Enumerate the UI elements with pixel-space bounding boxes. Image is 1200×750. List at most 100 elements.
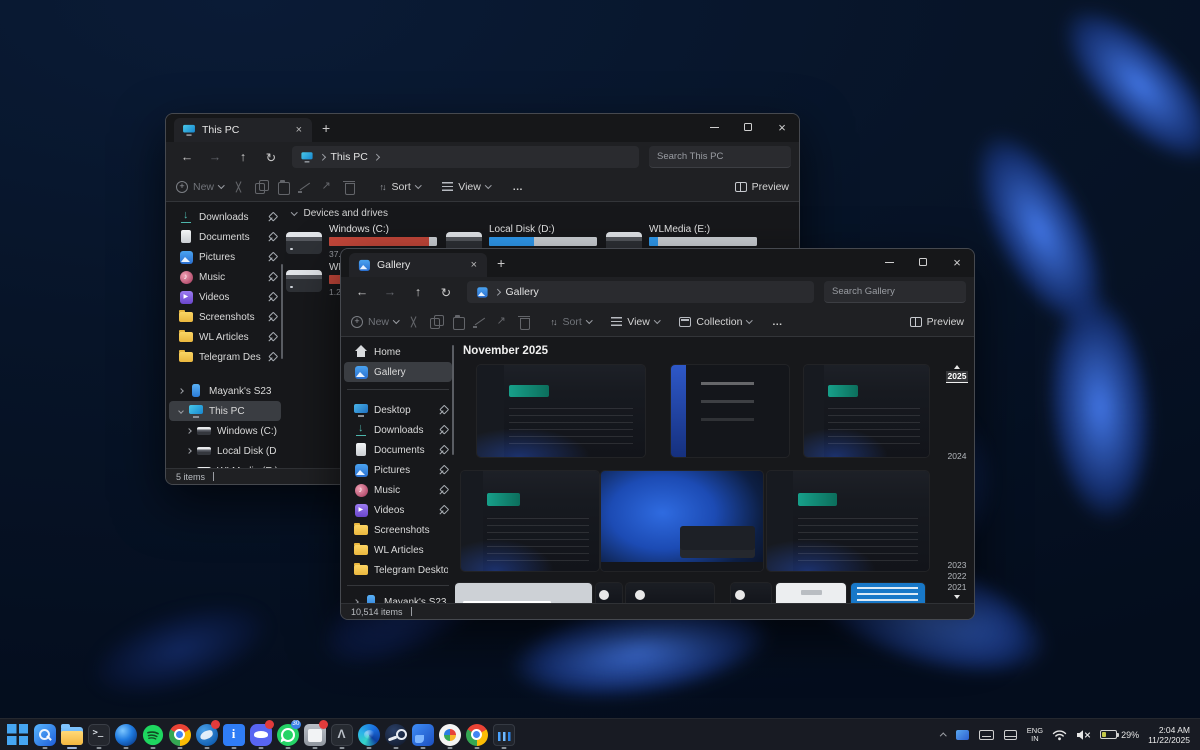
taskbar-icon-globe-app[interactable] bbox=[112, 719, 139, 750]
taskbar-icon-media-app[interactable] bbox=[301, 719, 328, 750]
sidebar-item-telegram-desktop[interactable]: Telegram Deskt bbox=[169, 347, 281, 367]
sidebar-item-downloads[interactable]: Downloads bbox=[344, 420, 452, 440]
sidebar-item-screenshots[interactable]: Screenshots bbox=[169, 307, 281, 327]
sidebar-item-pictures[interactable]: Pictures bbox=[344, 460, 452, 480]
taskbar-icon-terminal[interactable] bbox=[85, 719, 112, 750]
wifi-icon[interactable] bbox=[1052, 729, 1067, 741]
new-tab-button[interactable]: + bbox=[322, 121, 330, 135]
more-options-button[interactable]: … bbox=[512, 181, 524, 193]
copy-icon[interactable] bbox=[429, 315, 443, 329]
sort-button[interactable]: ↑↓ Sort bbox=[380, 181, 421, 193]
taskbar-icon-office[interactable] bbox=[436, 719, 463, 750]
view-button[interactable]: View bbox=[442, 181, 490, 193]
sidebar-scrollbar[interactable] bbox=[452, 345, 455, 455]
timeline-year-2021[interactable]: 2021 bbox=[948, 582, 967, 593]
search-box[interactable] bbox=[824, 281, 966, 303]
sidebar-item-videos[interactable]: Videos bbox=[344, 500, 452, 520]
sidebar-item-desktop[interactable]: Desktop bbox=[344, 400, 452, 420]
sidebar-item-windows-c[interactable]: Windows (C:) bbox=[169, 421, 281, 441]
back-button[interactable]: ← bbox=[174, 150, 200, 164]
tab-gallery[interactable]: Gallery × bbox=[349, 253, 487, 277]
taskbar-icon-thunderbird[interactable] bbox=[193, 719, 220, 750]
sidebar-item-wlmedia-e[interactable]: WLMedia (E:) bbox=[169, 461, 281, 468]
timeline-scrubber[interactable]: 2025 2024 2023 2022 2021 bbox=[944, 365, 970, 597]
forward-button[interactable]: → bbox=[202, 150, 228, 164]
photo-thumbnail[interactable] bbox=[776, 583, 846, 603]
timeline-year-2023[interactable]: 2023 bbox=[948, 560, 967, 571]
more-options-button[interactable]: … bbox=[772, 316, 784, 328]
minimize-button[interactable] bbox=[697, 114, 731, 140]
delete-icon[interactable] bbox=[517, 315, 531, 329]
paste-icon[interactable] bbox=[451, 315, 465, 329]
taskbar-icon-info-app[interactable] bbox=[220, 719, 247, 750]
timeline-year-2025[interactable]: 2025 bbox=[946, 371, 969, 383]
sidebar-item-this-pc[interactable]: This PC bbox=[169, 401, 281, 421]
close-button[interactable]: × bbox=[765, 114, 799, 140]
taskbar-icon-steam[interactable] bbox=[382, 719, 409, 750]
start-button[interactable] bbox=[4, 719, 31, 750]
sidebar-scrollbar[interactable] bbox=[281, 264, 284, 359]
refresh-button[interactable]: ↻ bbox=[258, 150, 284, 165]
sidebar-item-documents[interactable]: Documents bbox=[169, 227, 281, 247]
view-button[interactable]: View bbox=[611, 316, 659, 328]
rename-icon[interactable] bbox=[298, 180, 312, 194]
sidebar-item-videos[interactable]: Videos bbox=[169, 287, 281, 307]
taskbar-icon-activity-monitor[interactable] bbox=[490, 719, 517, 750]
close-button[interactable]: × bbox=[940, 249, 974, 275]
breadcrumb[interactable]: Gallery bbox=[467, 281, 814, 303]
taskbar-icon-file-explorer[interactable] bbox=[58, 719, 85, 750]
share-icon[interactable] bbox=[320, 180, 334, 194]
maximize-button[interactable] bbox=[731, 114, 765, 140]
taskbar-icon-discord[interactable] bbox=[247, 719, 274, 750]
photo-thumbnail[interactable] bbox=[626, 583, 714, 603]
photo-thumbnail[interactable] bbox=[731, 583, 771, 603]
taskbar-icon-chrome-secondary[interactable] bbox=[463, 719, 490, 750]
tab-this-pc[interactable]: This PC × bbox=[174, 118, 312, 142]
photo-thumbnail[interactable] bbox=[461, 471, 599, 571]
new-button[interactable]: + New bbox=[176, 181, 224, 193]
chevron-right-icon[interactable] bbox=[178, 388, 184, 394]
photo-thumbnail[interactable] bbox=[596, 583, 622, 603]
copy-icon[interactable] bbox=[254, 180, 268, 194]
touchpad-icon[interactable] bbox=[1003, 729, 1018, 741]
sidebar-item-pictures[interactable]: Pictures bbox=[169, 247, 281, 267]
photo-thumbnail[interactable] bbox=[601, 471, 763, 571]
new-button[interactable]: + New bbox=[351, 316, 399, 328]
minimize-button[interactable] bbox=[872, 249, 906, 275]
search-input[interactable] bbox=[649, 151, 797, 162]
sidebar-item-phone-device[interactable]: Mayank's S23 bbox=[169, 381, 281, 401]
volume-muted-icon[interactable] bbox=[1076, 729, 1091, 741]
gallery-window[interactable]: Gallery × + × ← → ↑ ↻ Gallery bbox=[340, 248, 975, 620]
preview-toggle[interactable]: Preview bbox=[910, 316, 964, 328]
taskbar-icon-compass-app[interactable] bbox=[328, 719, 355, 750]
hidden-icons-chevron[interactable] bbox=[940, 733, 946, 739]
up-button[interactable]: ↑ bbox=[230, 150, 256, 164]
breadcrumb-gallery[interactable]: Gallery bbox=[506, 286, 539, 298]
timeline-down-icon[interactable] bbox=[954, 595, 960, 599]
timeline-up-icon[interactable] bbox=[954, 365, 960, 369]
rename-icon[interactable] bbox=[473, 315, 487, 329]
search-box[interactable] bbox=[649, 146, 791, 168]
language-indicator[interactable]: ENG IN bbox=[1027, 727, 1043, 743]
timeline-year-2022[interactable]: 2022 bbox=[948, 571, 967, 582]
cut-icon[interactable] bbox=[232, 180, 246, 194]
sidebar-item-local-disk-d[interactable]: Local Disk (D:) bbox=[169, 441, 281, 461]
sidebar-item-wl-articles[interactable]: WL Articles bbox=[169, 327, 281, 347]
sidebar-item-home[interactable]: Home bbox=[344, 342, 452, 362]
photo-thumbnail[interactable] bbox=[455, 583, 592, 603]
taskbar-icon-spotify[interactable] bbox=[139, 719, 166, 750]
touch-keyboard-icon[interactable] bbox=[979, 729, 994, 741]
battery-indicator[interactable]: 29% bbox=[1100, 730, 1139, 740]
sidebar-item-telegram-desktop[interactable]: Telegram Desktop bbox=[344, 560, 452, 580]
chevron-right-icon[interactable] bbox=[186, 448, 192, 454]
delete-icon[interactable] bbox=[342, 180, 356, 194]
share-icon[interactable] bbox=[495, 315, 509, 329]
clock[interactable]: 2:04 AM 11/22/2025 bbox=[1148, 725, 1190, 745]
preview-toggle[interactable]: Preview bbox=[735, 181, 789, 193]
collection-button[interactable]: Collection bbox=[679, 316, 752, 328]
sidebar-item-downloads[interactable]: Downloads bbox=[169, 207, 281, 227]
chevron-down-icon[interactable] bbox=[178, 408, 184, 414]
back-button[interactable]: ← bbox=[349, 285, 375, 299]
photo-thumbnail[interactable] bbox=[851, 583, 925, 603]
new-tab-button[interactable]: + bbox=[497, 256, 505, 270]
